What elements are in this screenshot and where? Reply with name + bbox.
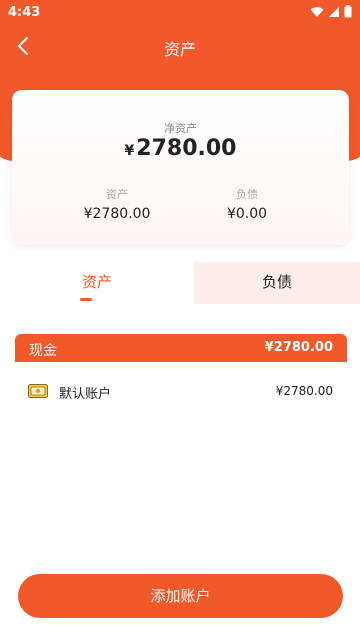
- cash-section-header[interactable]: 现金 ¥2780.00: [15, 334, 347, 362]
- tab-assets[interactable]: 资产: [0, 262, 194, 304]
- total-assets-label: 资产: [106, 188, 128, 201]
- page-title: 资产: [163, 40, 196, 59]
- total-liabilities: 负债 ¥0.00: [192, 186, 302, 222]
- cash-section-label: 现金: [29, 343, 57, 359]
- status-time: 4:43: [8, 5, 41, 20]
- status-bar: 4:43: [0, 0, 360, 26]
- status-icons: [310, 5, 352, 18]
- total-assets: 资产 ¥2780.00: [62, 186, 172, 222]
- total-assets-value: ¥2780.00: [83, 206, 151, 222]
- cash-section-amount: ¥2780.00: [264, 340, 333, 355]
- battery-icon: [344, 5, 352, 18]
- tab-active-indicator: [80, 298, 92, 301]
- add-account-button[interactable]: 添加账户: [18, 574, 343, 618]
- list-item[interactable]: 默认账户 ¥2780.00: [15, 374, 347, 410]
- asset-liability-tabs: 资产 负债: [0, 262, 360, 304]
- net-assets-label: 净资产: [164, 122, 197, 135]
- account-amount: ¥2780.00: [275, 384, 333, 398]
- cellular-signal-icon: [329, 6, 339, 17]
- total-liabilities-value: ¥0.00: [226, 206, 268, 222]
- tab-liabilities-label: 负债: [261, 273, 292, 291]
- wallet-icon: [28, 384, 48, 398]
- currency-symbol: ¥: [124, 143, 135, 159]
- account-name: 默认账户: [59, 387, 112, 402]
- wifi-icon: [310, 6, 324, 17]
- total-liabilities-label: 负债: [236, 188, 258, 201]
- tab-assets-label: 资产: [81, 273, 112, 291]
- net-assets-value: ¥2780.00: [12, 136, 349, 161]
- top-nav: 资产: [0, 26, 360, 66]
- net-assets-card: 净资产 ¥2780.00 资产 ¥2780.00 负债 ¥0.00: [12, 90, 349, 245]
- tab-liabilities[interactable]: 负债: [194, 262, 360, 304]
- net-assets-amount: 2780.00: [136, 136, 237, 161]
